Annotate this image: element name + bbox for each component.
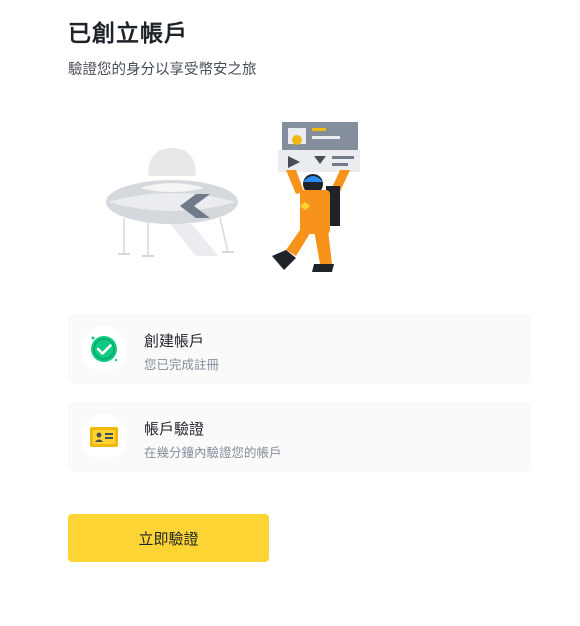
page-subtitle: 驗證您的身分以享受幣安之旅 <box>68 62 257 78</box>
step-card-account-verification: 帳戶驗證 在幾分鐘內驗證您的帳戶 <box>68 402 531 472</box>
step-description: 您已完成註冊 <box>144 357 220 372</box>
verify-now-button[interactable]: 立即驗證 <box>68 514 269 562</box>
step-description: 在幾分鐘內驗證您的帳戶 <box>144 445 282 460</box>
step-card-create-account: 創建帳戶 您已完成註冊 <box>68 314 531 384</box>
step-title: 創建帳戶 <box>144 332 205 350</box>
step-title: 帳戶驗證 <box>144 420 205 438</box>
page-title: 已創立帳戶 <box>68 21 188 47</box>
id-card-icon <box>81 414 127 460</box>
check-circle-icon <box>81 326 127 372</box>
ufo-astronaut-illustration <box>106 122 360 272</box>
